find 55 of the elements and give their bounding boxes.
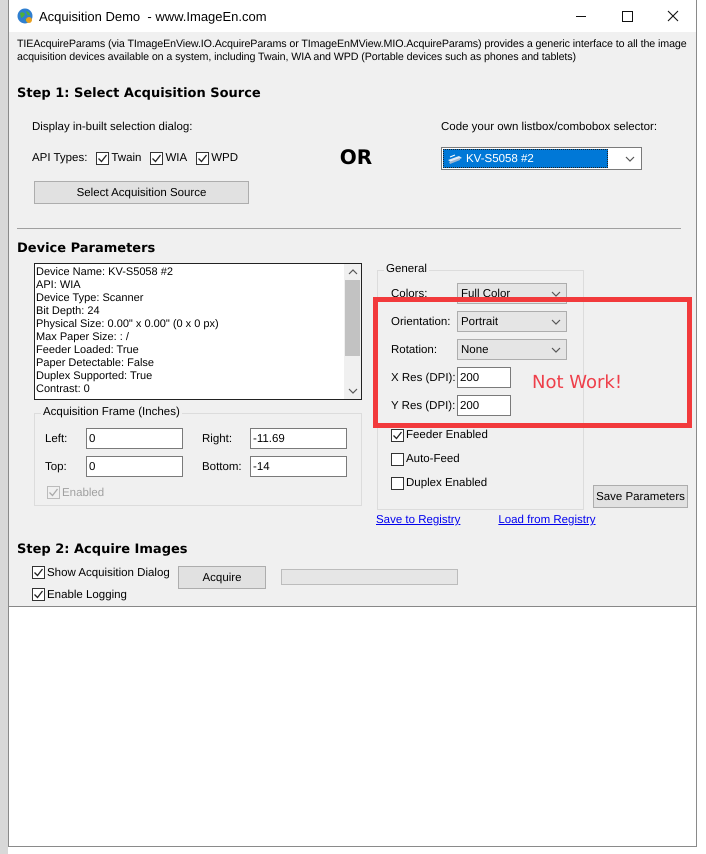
section-heading: Device Parameters xyxy=(17,241,156,257)
checkbox-label: Enabled xyxy=(62,486,104,498)
dialog-label: Display in-built selection dialog: xyxy=(32,121,194,133)
info-line: Feeder Loaded: True xyxy=(36,344,140,357)
description-text: TIEAcquireParams (via TImageEnView.IO.AcquireParams or TImageEnMView.MIO.AcquireParams) provides a generic interface to all the image acquisition devices available on a system, including Twain, WIA and WPD (Portable devices such as phones and tablets) xyxy=(17,38,688,64)
checkbox-label: Show Acquisition Dialog xyxy=(47,566,170,578)
select-source-button[interactable]: Select Acquisition Source xyxy=(34,181,249,204)
dropdown[interactable]: None xyxy=(457,339,567,360)
dropdown[interactable]: Portrait xyxy=(457,311,567,332)
info-line: Physical Size: 0.00" x 0.00" (0 x 0 px) xyxy=(36,318,220,331)
field-label: Orientation: xyxy=(391,316,452,328)
info-line: Paper Detectable: False xyxy=(36,357,156,370)
checkbox-label: WPD xyxy=(211,152,238,164)
dropdown-value: KV-S5058 #2 xyxy=(466,152,534,164)
info-line: API: WIA xyxy=(36,279,82,292)
input-field[interactable]: 0 xyxy=(86,456,183,477)
annotation-text: Not Work! xyxy=(532,372,622,393)
checkbox-label: Feeder Enabled xyxy=(406,429,488,441)
save-parameters-button[interactable]: Save Parameters xyxy=(593,485,688,508)
field-label: Top: xyxy=(45,460,68,472)
field-label: X Res (DPI): xyxy=(391,372,457,384)
group-title: Acquisition Frame (Inches) xyxy=(41,406,182,418)
input-field[interactable]: 200 xyxy=(457,395,511,416)
checkbox-label: Duplex Enabled xyxy=(406,477,488,489)
input-field[interactable]: -11.69 xyxy=(250,428,347,449)
link[interactable]: Save to Registry xyxy=(376,514,460,526)
info-line: Duplex Supported: True xyxy=(36,370,154,383)
field-label: Right: xyxy=(201,432,234,444)
or-label: OR xyxy=(340,145,372,169)
info-line: Device Name: KV-S5058 #2 xyxy=(36,266,174,279)
checkbox-label: WIA xyxy=(165,152,188,164)
window-title: Acquisition Demo - www.ImageEn.com xyxy=(39,8,267,24)
info-line: Max Paper Size: : / xyxy=(36,331,130,344)
field-label: Bottom: xyxy=(201,460,243,472)
device-dropdown[interactable]: KV-S5058 #2 xyxy=(441,147,642,170)
link[interactable]: Load from Registry xyxy=(498,514,596,526)
checkbox-label: Enable Logging xyxy=(47,588,127,600)
acquire-button[interactable]: Acquire xyxy=(178,566,266,589)
group-title: General xyxy=(384,263,429,275)
info-line: Bit Depth: 24 xyxy=(36,305,101,318)
field-label: Left: xyxy=(45,432,68,444)
field-label: Y Res (DPI): xyxy=(391,400,456,412)
selector-label: Code your own listbox/combobox selector: xyxy=(441,121,658,133)
field-label: Rotation: xyxy=(391,344,438,356)
info-line: Contrast: 0 xyxy=(36,383,91,396)
checkbox-label: Auto-Feed xyxy=(406,453,460,465)
field-label: Colors: xyxy=(391,288,428,300)
input-field[interactable]: 0 xyxy=(86,428,183,449)
input-field[interactable]: -14 xyxy=(250,456,347,477)
section-heading: Step 1: Select Acquisition Source xyxy=(17,86,262,102)
section-heading: Step 2: Acquire Images xyxy=(17,542,189,558)
checkbox-label: Twain xyxy=(111,152,142,164)
info-line: Device Type: Scanner xyxy=(36,292,144,305)
api-types-label: API Types: xyxy=(32,152,88,164)
input-field[interactable]: 200 xyxy=(457,367,511,388)
